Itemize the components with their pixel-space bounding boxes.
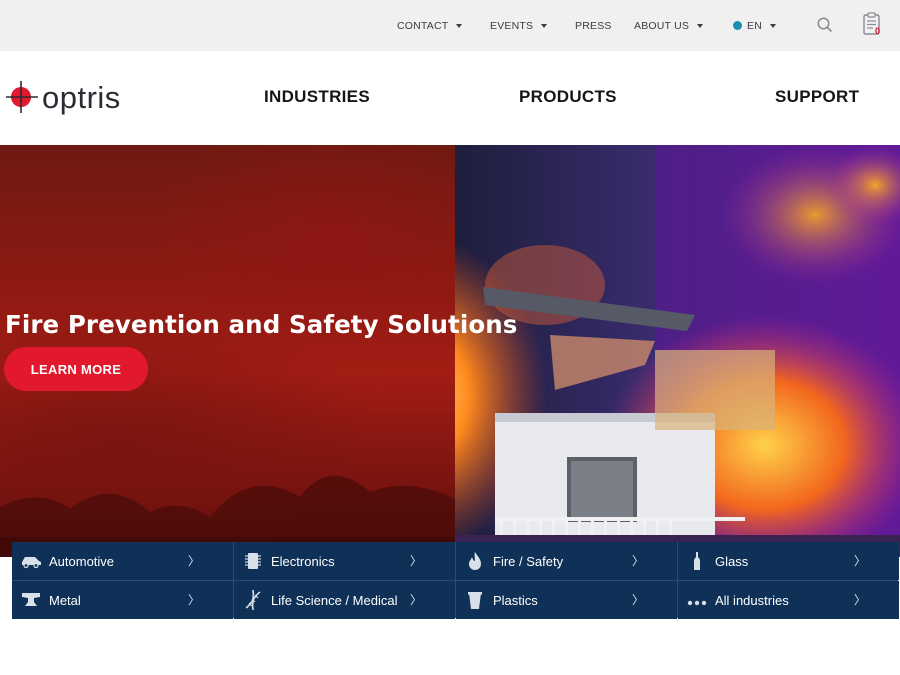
- bottle-icon: [694, 552, 700, 570]
- industry-all-industries[interactable]: All industries 〉: [678, 581, 899, 619]
- learn-more-button[interactable]: LEARN MORE: [4, 347, 148, 391]
- hero-thermal-image: [455, 145, 900, 557]
- chevron-right-icon: 〉: [409, 593, 422, 607]
- chevron-right-icon: 〉: [631, 554, 644, 568]
- chevron-right-icon: 〉: [853, 593, 866, 607]
- tree-silhouette: [0, 475, 455, 557]
- utility-bar: CONTACT EVENTS PRESS ABOUT US EN 0: [0, 0, 900, 51]
- industry-label: Glass: [715, 553, 749, 569]
- car-icon: [22, 557, 41, 569]
- industry-metal[interactable]: Metal 〉: [12, 581, 233, 619]
- cup-icon: [468, 592, 482, 609]
- industry-label: Life Science / Medical: [271, 592, 398, 608]
- industry-electronics[interactable]: Electronics 〉: [234, 542, 455, 580]
- topnav-about-label: ABOUT US: [634, 19, 690, 32]
- search-icon[interactable]: [816, 16, 834, 34]
- topnav-press-label: PRESS: [575, 19, 612, 32]
- topnav-events[interactable]: EVENTS: [490, 0, 548, 51]
- chevron-right-icon: 〉: [631, 593, 644, 607]
- nav-industries[interactable]: INDUSTRIES: [264, 87, 370, 107]
- industry-glass[interactable]: Glass 〉: [678, 542, 899, 580]
- topnav-contact[interactable]: CONTACT: [397, 0, 463, 51]
- industry-fire-safety[interactable]: Fire / Safety 〉: [456, 542, 677, 580]
- chevron-down-icon: [770, 23, 776, 28]
- industry-label: All industries: [715, 592, 789, 608]
- main-header: optris INDUSTRIES PRODUCTS SUPPORT: [0, 51, 900, 145]
- industry-label: Automotive: [49, 553, 115, 569]
- nav-products[interactable]: PRODUCTS: [519, 87, 617, 107]
- topnav-contact-label: CONTACT: [397, 19, 449, 32]
- industry-label: Fire / Safety: [493, 553, 564, 569]
- industry-life-science-medical[interactable]: Life Science / Medical 〉: [234, 581, 455, 619]
- topnav-events-label: EVENTS: [490, 19, 534, 32]
- hero-title: Fire Prevention and Safety Solutions: [5, 310, 518, 339]
- industry-label: Metal: [49, 592, 81, 608]
- hero-banner: Fire Prevention and Safety Solutions LEA…: [0, 145, 900, 557]
- logo-wordmark: optris: [42, 80, 121, 115]
- cart-count-badge: 0: [875, 26, 881, 36]
- globe-icon: [733, 21, 742, 30]
- industry-label: Electronics: [271, 553, 335, 569]
- chevron-right-icon: 〉: [187, 554, 200, 568]
- industry-label: Plastics: [493, 592, 538, 608]
- language-label: EN: [747, 19, 762, 32]
- nav-support[interactable]: SUPPORT: [775, 87, 859, 107]
- chevron-right-icon: 〉: [853, 554, 866, 568]
- chevron-down-icon: [697, 23, 704, 28]
- dots-icon: [687, 600, 707, 606]
- flame-icon: [469, 552, 481, 570]
- topnav-press[interactable]: PRESS: [575, 0, 612, 51]
- crosshair-logo-icon: [6, 81, 38, 113]
- topnav-about-us[interactable]: ABOUT US: [634, 0, 704, 51]
- dna-icon: [245, 590, 261, 610]
- optris-logo[interactable]: optris: [6, 80, 166, 116]
- industries-grid: Automotive 〉 Electronics 〉 Fire / Safety…: [12, 542, 899, 619]
- chevron-down-icon: [456, 23, 463, 28]
- anvil-icon: [22, 593, 40, 606]
- industry-plastics[interactable]: Plastics 〉: [456, 581, 677, 619]
- chevron-right-icon: 〉: [409, 554, 422, 568]
- chevron-down-icon: [541, 23, 548, 28]
- chevron-right-icon: 〉: [187, 593, 200, 607]
- industry-automotive[interactable]: Automotive 〉: [12, 542, 233, 580]
- chip-icon: [245, 553, 261, 569]
- language-selector[interactable]: EN: [733, 0, 776, 51]
